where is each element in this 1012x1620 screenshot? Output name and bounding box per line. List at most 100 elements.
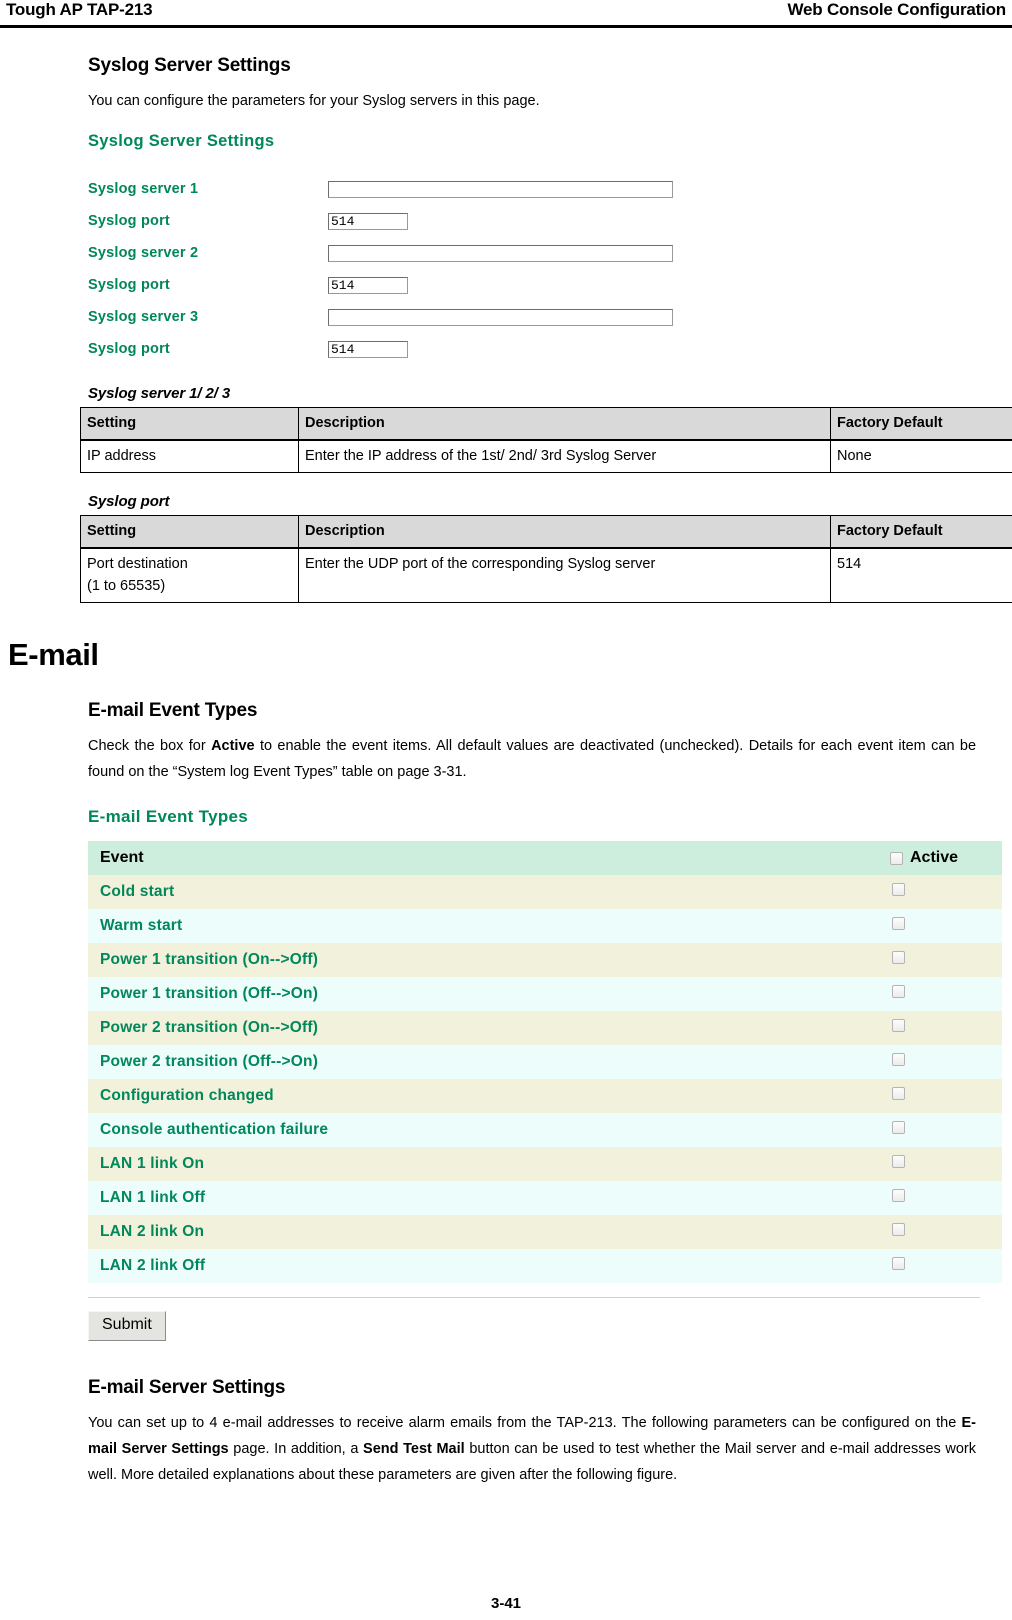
active-checkbox[interactable] bbox=[892, 985, 905, 998]
event-row-lan-1-link-on: LAN 1 link On bbox=[88, 1147, 1002, 1181]
event-label: LAN 2 link Off bbox=[88, 1249, 880, 1283]
active-checkbox[interactable] bbox=[892, 883, 905, 896]
table-header-row: Setting Description Factory Default bbox=[80, 407, 1012, 441]
active-checkbox[interactable] bbox=[892, 1019, 905, 1032]
event-row-lan-2-link-off: LAN 2 link Off bbox=[88, 1249, 1002, 1283]
running-head-left: Tough AP TAP-213 bbox=[6, 0, 153, 19]
table-row: Port destination (1 to 65535) Enter the … bbox=[80, 547, 1012, 603]
event-active-cell bbox=[880, 1181, 1002, 1215]
cell-setting-line1: Port destination bbox=[87, 556, 188, 572]
event-row-power-2-off-on: Power 2 transition (Off-->On) bbox=[88, 1045, 1002, 1079]
active-checkbox[interactable] bbox=[892, 1257, 905, 1270]
syslog-server-2-input[interactable] bbox=[328, 244, 673, 262]
event-active-cell bbox=[880, 875, 1002, 909]
paragraph-part-2: page. In addition, a bbox=[228, 1441, 364, 1457]
col-header-description: Description bbox=[298, 515, 831, 549]
syslog-port-table: Setting Description Factory Default Port… bbox=[80, 515, 1012, 603]
syslog-server-2-row: Syslog server 2 bbox=[88, 237, 708, 269]
event-label: LAN 1 link Off bbox=[88, 1181, 880, 1215]
event-label: Warm start bbox=[88, 909, 880, 943]
cell-factory-default: None bbox=[830, 439, 1012, 473]
syslog-port-3-row: Syslog port bbox=[88, 333, 708, 365]
event-row-power-1-on-off: Power 1 transition (On-->Off) bbox=[88, 943, 1002, 977]
syslog-intro-text: You can configure the parameters for you… bbox=[88, 93, 540, 109]
active-checkbox[interactable] bbox=[892, 1155, 905, 1168]
cell-setting: IP address bbox=[80, 439, 299, 473]
event-row-lan-2-link-on: LAN 2 link On bbox=[88, 1215, 1002, 1249]
event-label: Configuration changed bbox=[88, 1079, 880, 1113]
cell-description: Enter the IP address of the 1st/ 2nd/ 3r… bbox=[298, 439, 831, 473]
syslog-server-3-input[interactable] bbox=[328, 308, 673, 326]
event-label: LAN 2 link On bbox=[88, 1215, 880, 1249]
event-label: Power 2 transition (On-->Off) bbox=[88, 1011, 880, 1045]
event-row-configuration-changed: Configuration changed bbox=[88, 1079, 1002, 1113]
active-checkbox[interactable] bbox=[892, 1223, 905, 1236]
syslog-server-table-caption: Syslog server 1/ 2/ 3 bbox=[88, 385, 231, 402]
email-server-settings-paragraph: You can set up to 4 e-mail addresses to … bbox=[88, 1410, 976, 1488]
active-checkbox[interactable] bbox=[892, 917, 905, 930]
col-header-factory-default: Factory Default bbox=[830, 515, 1012, 549]
cell-factory-default: 514 bbox=[830, 547, 1012, 603]
event-row-power-2-on-off: Power 2 transition (On-->Off) bbox=[88, 1011, 1002, 1045]
paragraph-bold-send-test-mail: Send Test Mail bbox=[363, 1441, 465, 1457]
event-active-cell bbox=[880, 1079, 1002, 1113]
event-label: Power 2 transition (Off-->On) bbox=[88, 1045, 880, 1079]
cell-setting: Port destination (1 to 65535) bbox=[80, 547, 299, 603]
cell-description: Enter the UDP port of the corresponding … bbox=[298, 547, 831, 603]
syslog-section-heading: Syslog Server Settings bbox=[88, 55, 291, 76]
table-row: IP address Enter the IP address of the 1… bbox=[80, 439, 1012, 473]
event-table-header-row: Event Active bbox=[88, 841, 1002, 875]
active-checkbox[interactable] bbox=[892, 1189, 905, 1202]
event-active-cell bbox=[880, 1045, 1002, 1079]
event-label: Power 1 transition (Off-->On) bbox=[88, 977, 880, 1011]
select-all-checkbox[interactable] bbox=[890, 851, 903, 865]
running-head: Tough AP TAP-213 Web Console Configurati… bbox=[0, 0, 1012, 26]
event-active-cell bbox=[880, 1249, 1002, 1283]
col-header-active: Active bbox=[880, 841, 1002, 875]
syslog-server-table: Setting Description Factory Default IP a… bbox=[80, 407, 1012, 473]
col-header-event: Event bbox=[88, 841, 880, 875]
paragraph-part-1: You can set up to 4 e-mail addresses to … bbox=[88, 1415, 962, 1431]
table-header-row: Setting Description Factory Default bbox=[80, 515, 1012, 549]
syslog-port-2-input[interactable] bbox=[328, 276, 408, 294]
col-header-active-label: Active bbox=[910, 849, 959, 866]
event-active-cell bbox=[880, 1011, 1002, 1045]
col-header-setting: Setting bbox=[80, 407, 299, 441]
active-checkbox[interactable] bbox=[892, 1053, 905, 1066]
email-event-types-heading: E-mail Event Types bbox=[88, 700, 258, 721]
submit-button[interactable]: Submit bbox=[88, 1311, 166, 1341]
syslog-port-1-label: Syslog port bbox=[88, 213, 170, 229]
col-header-factory-default: Factory Default bbox=[830, 407, 1012, 441]
syslog-port-table-caption: Syslog port bbox=[88, 493, 170, 510]
active-checkbox[interactable] bbox=[892, 951, 905, 964]
syslog-server-3-row: Syslog server 3 bbox=[88, 301, 708, 333]
syslog-port-2-label: Syslog port bbox=[88, 277, 170, 293]
syslog-server-2-label: Syslog server 2 bbox=[88, 245, 199, 261]
event-label: Power 1 transition (On-->Off) bbox=[88, 943, 880, 977]
email-event-types-console-panel: E-mail Event Types Event Active Cold sta… bbox=[88, 807, 1002, 1341]
event-label: Cold start bbox=[88, 875, 880, 909]
syslog-server-3-label: Syslog server 3 bbox=[88, 309, 199, 325]
event-active-cell bbox=[880, 1215, 1002, 1249]
active-checkbox[interactable] bbox=[892, 1087, 905, 1100]
event-active-cell bbox=[880, 943, 1002, 977]
page-number: 3-41 bbox=[490, 1595, 522, 1612]
email-event-types-table: Event Active Cold start Warm start Power… bbox=[88, 841, 1002, 1283]
syslog-server-1-label: Syslog server 1 bbox=[88, 181, 199, 197]
col-header-description: Description bbox=[298, 407, 831, 441]
console-divider bbox=[88, 1297, 980, 1298]
syslog-console-panel: Syslog Server Settings Syslog server 1 S… bbox=[88, 132, 708, 365]
syslog-port-1-input[interactable] bbox=[328, 212, 408, 230]
email-chapter-heading: E-mail bbox=[8, 637, 99, 672]
syslog-server-1-input[interactable] bbox=[328, 180, 673, 198]
email-server-settings-heading: E-mail Server Settings bbox=[88, 1377, 286, 1398]
active-checkbox[interactable] bbox=[892, 1121, 905, 1134]
event-row-power-1-off-on: Power 1 transition (Off-->On) bbox=[88, 977, 1002, 1011]
event-active-cell bbox=[880, 1113, 1002, 1147]
email-event-types-intro: Check the box for Active to enable the e… bbox=[88, 733, 976, 785]
event-label: LAN 1 link On bbox=[88, 1147, 880, 1181]
cell-setting-line2: (1 to 65535) bbox=[87, 578, 166, 594]
intro-text-bold-active: Active bbox=[211, 738, 255, 754]
syslog-port-3-input[interactable] bbox=[328, 340, 408, 358]
event-label: Console authentication failure bbox=[88, 1113, 880, 1147]
